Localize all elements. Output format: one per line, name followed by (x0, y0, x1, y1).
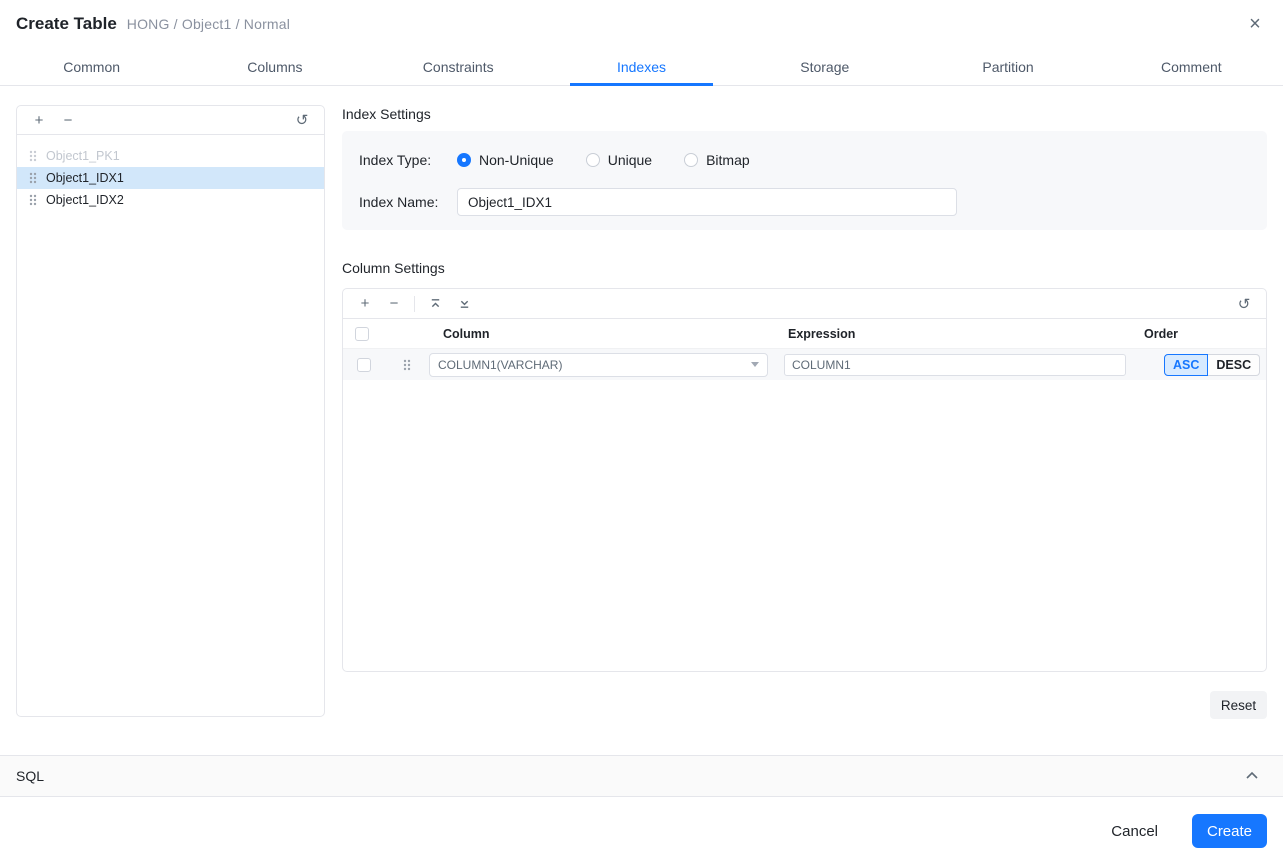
radio-non-unique[interactable]: Non-Unique (457, 152, 554, 168)
tab-storage[interactable]: Storage (733, 48, 916, 85)
index-list-toolbar: + − ↺ (17, 106, 324, 135)
index-settings-title: Index Settings (342, 106, 431, 122)
cancel-button[interactable]: Cancel (1111, 823, 1158, 840)
index-item-label: Object1_IDX2 (46, 193, 124, 207)
reset-index-list-icon[interactable]: ↺ (292, 110, 312, 130)
tab-constraints[interactable]: Constraints (367, 48, 550, 85)
drag-handle-icon (29, 150, 37, 162)
add-index-button[interactable]: + (29, 110, 49, 130)
asc-button[interactable]: ASC (1164, 353, 1209, 376)
radio-icon (457, 153, 471, 167)
order-header: Order (1144, 326, 1179, 341)
tab-bar: Common Columns Constraints Indexes Stora… (0, 48, 1283, 86)
tab-indexes[interactable]: Indexes (550, 48, 733, 86)
expression-header: Expression (788, 326, 856, 341)
index-item-label: Object1_PK1 (46, 149, 120, 163)
column-header: Column (443, 326, 490, 341)
reset-columns-icon[interactable]: ↺ (1234, 294, 1254, 314)
drag-handle-icon (29, 194, 37, 206)
move-to-bottom-icon[interactable] (454, 294, 474, 314)
move-to-top-icon[interactable] (425, 294, 445, 314)
tab-comment[interactable]: Comment (1100, 48, 1283, 85)
radio-icon (684, 153, 699, 167)
drag-handle-icon (403, 359, 411, 370)
dialog-footer: Cancel Create (0, 797, 1283, 865)
column-settings-toolbar: + − ↺ (343, 289, 1266, 319)
index-name-label: Index Name: (359, 194, 439, 210)
index-settings-panel: Index Type: Non-Unique Unique Bitmap Ind… (342, 131, 1267, 230)
column-table-header: Column Expression Order (343, 319, 1266, 349)
add-column-button[interactable]: + (355, 294, 375, 314)
create-button[interactable]: Create (1192, 814, 1267, 848)
column-settings-title: Column Settings (342, 260, 445, 276)
sql-section-label: SQL (16, 768, 45, 784)
column-select[interactable]: COLUMN1(VARCHAR) (429, 352, 768, 377)
list-item[interactable]: Object1_IDX1 (17, 167, 324, 189)
close-icon[interactable]: × (1243, 12, 1267, 36)
radio-bitmap[interactable]: Bitmap (684, 152, 750, 168)
column-select-value: COLUMN1(VARCHAR) (438, 357, 563, 372)
index-type-label: Index Type: (359, 152, 432, 168)
toolbar-divider (414, 295, 415, 312)
tab-partition[interactable]: Partition (916, 48, 1099, 85)
tab-common[interactable]: Common (0, 48, 183, 85)
index-item-label: Object1_IDX1 (46, 171, 124, 185)
remove-column-button[interactable]: − (384, 294, 404, 314)
expression-input[interactable] (784, 353, 1126, 376)
index-name-input[interactable] (457, 188, 957, 216)
page-title: Create Table (16, 14, 117, 33)
order-toggle: ASC DESC (1164, 353, 1261, 376)
index-type-radio-group: Non-Unique Unique Bitmap (457, 152, 782, 168)
create-table-dialog: Create Table HONG / Object1 / Normal × C… (0, 0, 1283, 865)
remove-index-button[interactable]: − (58, 110, 78, 130)
select-all-checkbox[interactable] (355, 326, 369, 341)
radio-unique[interactable]: Unique (585, 152, 652, 168)
desc-button[interactable]: DESC (1208, 353, 1261, 376)
list-item[interactable]: Object1_PK1 (17, 145, 324, 167)
radio-icon (585, 153, 600, 167)
column-settings-panel: + − ↺ Column Expression Order COLUMN1(VA… (342, 288, 1267, 672)
reset-button[interactable]: Reset (1210, 691, 1267, 719)
list-item[interactable]: Object1_IDX2 (17, 189, 324, 211)
row-checkbox[interactable] (357, 357, 371, 372)
dropdown-caret-icon (751, 362, 759, 367)
breadcrumb: HONG / Object1 / Normal (126, 16, 291, 32)
chevron-up-icon[interactable] (1245, 767, 1259, 785)
sql-section-bar[interactable]: SQL (0, 755, 1283, 797)
table-row: COLUMN1(VARCHAR) ASC DESC (343, 349, 1266, 380)
drag-handle-icon (29, 172, 37, 184)
index-list: Object1_PK1 Object1_IDX1 Object1_IDX2 (17, 135, 324, 211)
index-list-panel: + − ↺ Object1_PK1 Object1_IDX1 Object1_I… (16, 105, 325, 717)
dialog-header: Create Table HONG / Object1 / Normal × (0, 0, 1283, 48)
tab-columns[interactable]: Columns (183, 48, 366, 85)
